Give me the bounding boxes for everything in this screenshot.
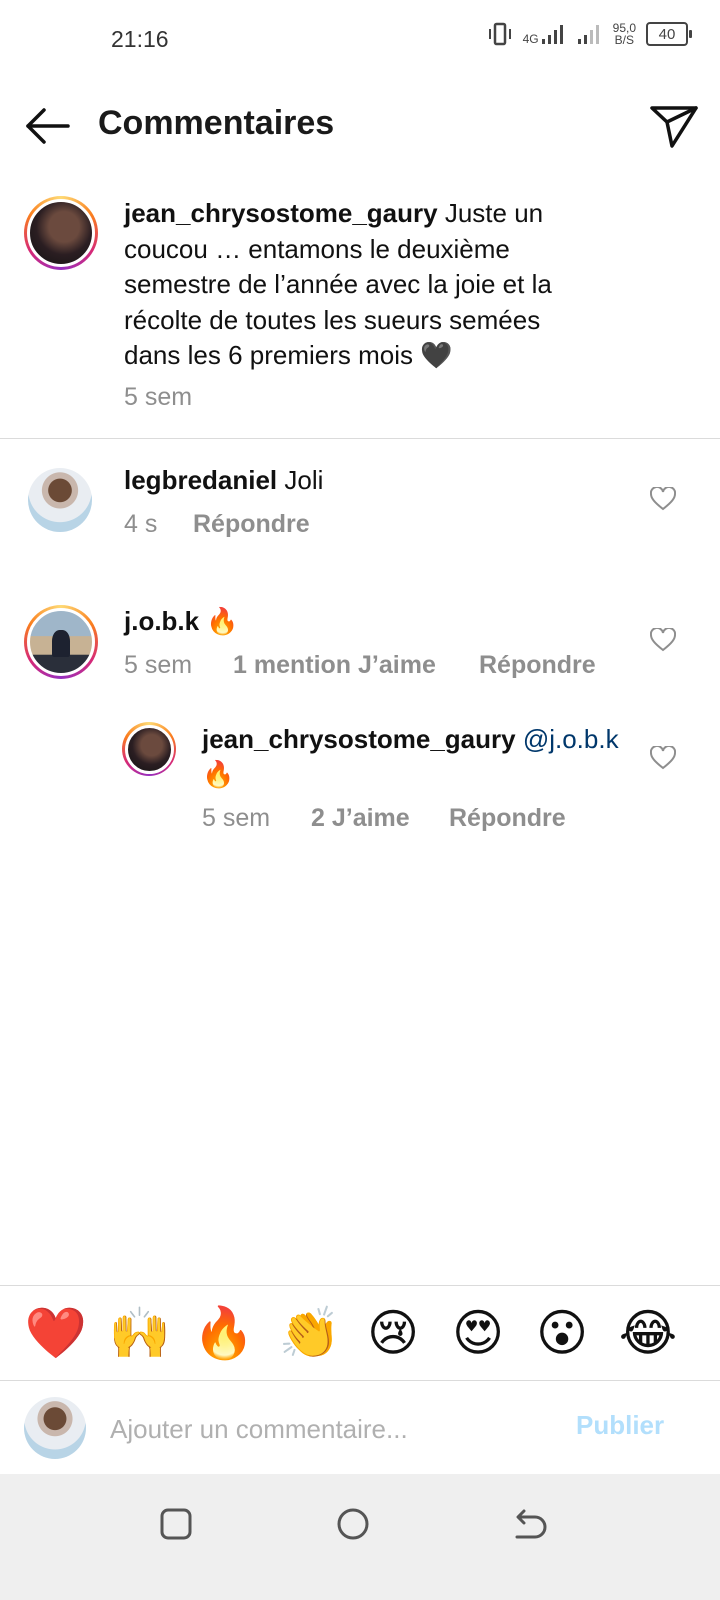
avatar-image	[28, 468, 92, 532]
reply-button[interactable]: Répondre	[449, 804, 566, 833]
emoji-cry[interactable]: 😢	[361, 1300, 425, 1366]
page-title: Commentaires	[98, 104, 335, 142]
likes-count[interactable]: 1 mention J’aime	[233, 651, 436, 680]
signal-2-icon	[577, 25, 599, 44]
battery-icon: 40	[646, 22, 692, 46]
reply-time: 5 sem	[202, 804, 271, 832]
comment-avatar[interactable]	[28, 468, 92, 532]
like-heart-icon[interactable]	[650, 487, 676, 511]
comment-input[interactable]	[108, 1404, 552, 1454]
comment-username[interactable]: j.o.b.k	[124, 606, 199, 636]
reply-body: jean_chrysostome_gaury @j.o.b.k 🔥	[202, 722, 622, 792]
emoji-fire[interactable]: 🔥	[192, 1300, 256, 1366]
recent-apps-icon[interactable]	[156, 1504, 196, 1544]
emoji-heart-eyes[interactable]: 😍	[446, 1300, 510, 1366]
avatar-image	[24, 1397, 86, 1459]
reply-button[interactable]: Répondre	[193, 510, 310, 539]
comment-avatar[interactable]	[24, 605, 98, 679]
divider	[0, 1285, 720, 1286]
back-nav-icon[interactable]	[509, 1504, 549, 1544]
comment-body: legbredaniel Joli	[124, 463, 323, 498]
comment-text: 🔥	[206, 606, 239, 636]
comment-time: 4 s	[124, 510, 158, 538]
caption-time: 5 sem	[124, 383, 193, 411]
divider	[0, 1380, 720, 1381]
emoji-surprised[interactable]: 😮	[530, 1300, 594, 1366]
like-heart-icon[interactable]	[650, 746, 676, 770]
like-heart-icon[interactable]	[650, 628, 676, 652]
status-icons: 4G 95,0 B/S 40	[487, 22, 692, 46]
reply-text: 🔥	[202, 759, 235, 789]
reply-username[interactable]: jean_chrysostome_gaury	[202, 724, 516, 754]
comment-text: Joli	[284, 465, 324, 495]
emoji-clap[interactable]: 👏	[278, 1300, 342, 1366]
publish-button[interactable]: Publier	[576, 1410, 664, 1441]
reply-mention[interactable]: @j.o.b.k	[523, 724, 619, 754]
comment-username[interactable]: legbredaniel	[124, 465, 277, 495]
divider	[0, 438, 720, 439]
network-speed: 95,0 B/S	[613, 22, 636, 46]
caption-avatar[interactable]	[24, 196, 98, 270]
caption-username[interactable]: jean_chrysostome_gaury	[124, 198, 438, 228]
reply-avatar[interactable]	[122, 722, 176, 776]
emoji-laugh[interactable]: 😂	[616, 1300, 680, 1366]
reply-button[interactable]: Répondre	[479, 651, 596, 680]
back-arrow-icon[interactable]	[24, 106, 72, 146]
send-icon[interactable]	[650, 104, 698, 148]
avatar-image	[27, 608, 95, 676]
avatar-image	[27, 199, 95, 267]
network-type: 4G	[522, 32, 539, 46]
emoji-heart[interactable]: ❤️	[24, 1300, 88, 1366]
emoji-raised-hands[interactable]: 🙌	[108, 1300, 172, 1366]
comment-body: j.o.b.k 🔥	[124, 604, 239, 639]
home-icon[interactable]	[333, 1504, 373, 1544]
avatar-image	[124, 724, 174, 774]
status-time: 21:16	[111, 26, 169, 52]
likes-count[interactable]: 2 J’aime	[311, 804, 410, 833]
signal-icon: 4G	[523, 23, 567, 45]
caption: jean_chrysostome_gaury Juste un coucou ……	[124, 196, 594, 374]
composer-avatar	[24, 1397, 86, 1459]
comment-time: 5 sem	[124, 651, 193, 679]
speed-unit: B/S	[614, 33, 634, 47]
vibrate-icon	[488, 22, 511, 46]
battery-level: 40	[658, 25, 676, 43]
